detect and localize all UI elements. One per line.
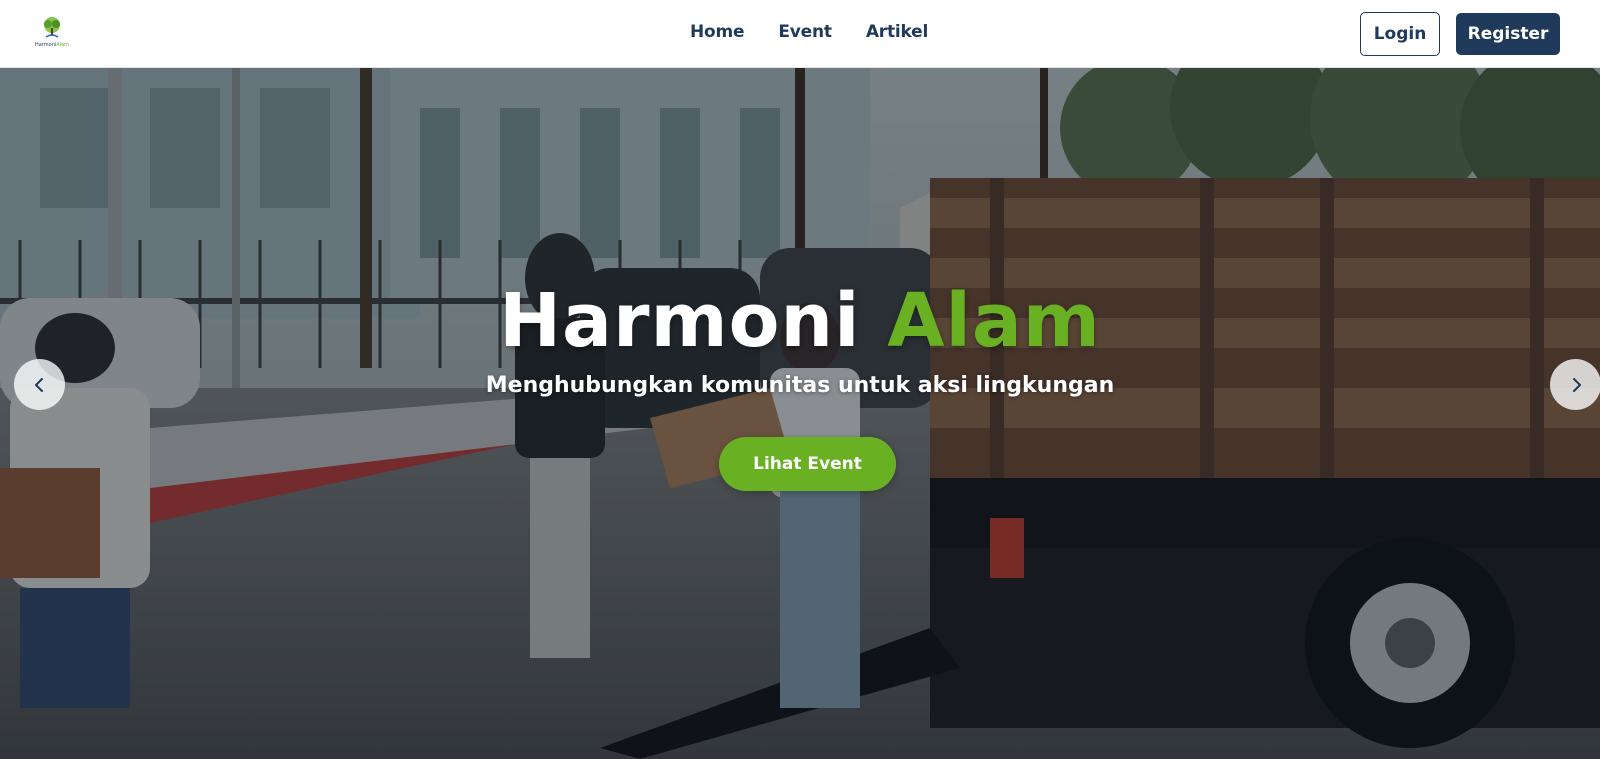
tree-icon [44,17,60,38]
main-nav: Home Event Artikel [690,22,928,42]
carousel-prev-button[interactable] [14,359,65,410]
logo-text-part1: Harmoni [34,42,57,48]
hero-carousel: Harmoni Alam Menghubungkan komunitas unt… [0,68,1600,759]
site-header: HarmoniAlam Home Event Artikel Login Reg… [0,0,1600,68]
chevron-left-icon [34,377,43,392]
chevron-right-icon [1572,377,1581,392]
logo-text: HarmoniAlam [32,42,72,48]
hero-title-part1: Harmoni [499,278,861,364]
register-button[interactable]: Register [1456,13,1560,55]
hero-title-part2: Alam [887,278,1101,364]
logo[interactable]: HarmoniAlam [32,16,72,52]
nav-artikel[interactable]: Artikel [866,22,929,42]
view-events-button[interactable]: Lihat Event [719,437,896,491]
login-button[interactable]: Login [1360,12,1440,56]
hero-title: Harmoni Alam [0,278,1600,364]
nav-event[interactable]: Event [778,22,832,42]
nav-home[interactable]: Home [690,22,745,42]
hero-overlay [0,68,1600,759]
carousel-next-button[interactable] [1550,359,1600,410]
logo-text-part2: Alam [56,42,70,48]
hero-subtitle: Menghubungkan komunitas untuk aksi lingk… [485,373,1115,398]
